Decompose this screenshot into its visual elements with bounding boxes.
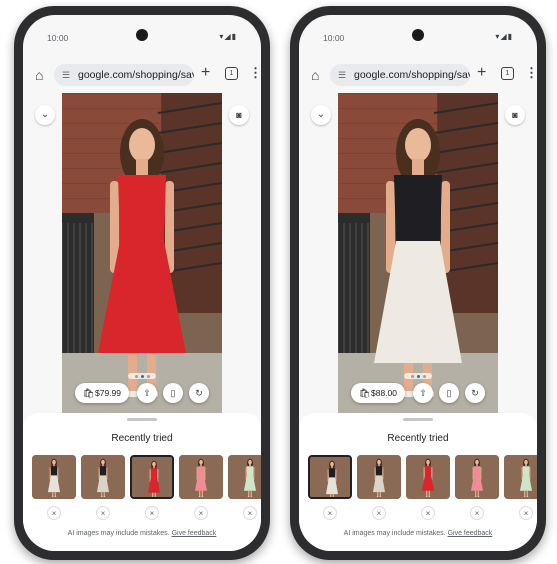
carousel-indicator [404, 373, 432, 379]
address-bar[interactable]: ☰ google.com/shopping/save [54, 64, 194, 86]
disclaimer-text: AI images may include mistakes. [67, 530, 170, 537]
url-text: google.com/shopping/save [78, 69, 194, 81]
try-on-image [62, 93, 222, 413]
recently-tried-list [308, 455, 537, 499]
ai-disclaimer: AI images may include mistakes. Give fee… [299, 530, 537, 537]
screen: 10:00 ▾◢▮ ⌂ ☰ google.com/shopping/save +… [23, 15, 261, 551]
share-button[interactable]: ⇧ [413, 383, 433, 403]
recently-tried-thumbnail[interactable] [32, 455, 76, 499]
close-icon[interactable]: × [243, 506, 257, 520]
close-icon[interactable]: × [372, 506, 386, 520]
phone-right: 10:00 ▾◢▮ ⌂ ☰ google.com/shopping/save +… [290, 6, 546, 560]
shopping-bag-icon: 🛍 [359, 388, 371, 398]
recently-tried-thumbnail[interactable] [504, 455, 537, 499]
close-icon[interactable]: × [194, 506, 208, 520]
recently-tried-thumbnail[interactable] [81, 455, 125, 499]
share-button[interactable]: ⇧ [137, 383, 157, 403]
screen: 10:00 ▾◢▮ ⌂ ☰ google.com/shopping/save +… [299, 15, 537, 551]
refresh-icon: ↻ [471, 388, 479, 398]
recently-tried-list [32, 455, 261, 499]
status-time: 10:00 [47, 33, 69, 43]
refresh-button[interactable]: ↻ [465, 383, 485, 403]
status-bar: 10:00 ▾◢▮ [23, 15, 261, 49]
status-icons: ▾◢▮ [219, 32, 237, 41]
chevron-down-icon[interactable]: ⌄ [311, 105, 331, 125]
close-icon[interactable]: × [421, 506, 435, 520]
chevron-down-icon[interactable]: ⌄ [35, 105, 55, 125]
close-icon[interactable]: × [470, 506, 484, 520]
url-text: google.com/shopping/save [354, 69, 470, 81]
recently-tried-thumbnail[interactable] [455, 455, 499, 499]
refresh-button[interactable]: ↻ [189, 383, 209, 403]
bookmark-button[interactable]: ▯ [163, 383, 183, 403]
tune-icon[interactable]: ☰ [338, 64, 346, 86]
bookmark-icon: ▯ [446, 388, 452, 398]
status-icons: ▾◢▮ [495, 32, 513, 41]
disclaimer-text: AI images may include mistakes. [343, 530, 446, 537]
close-icon[interactable]: × [145, 506, 159, 520]
more-vert-icon[interactable]: ⋮ [249, 65, 261, 81]
more-vert-icon[interactable]: ⋮ [525, 65, 537, 81]
close-icon[interactable]: × [47, 506, 61, 520]
status-bar: 10:00 ▾◢▮ [299, 15, 537, 49]
price-text: $88.00 [371, 388, 397, 398]
give-feedback-link[interactable]: Give feedback [172, 530, 217, 537]
price-button[interactable]: 🛍 $88.00 [351, 383, 405, 403]
bookmark-button[interactable]: ▯ [439, 383, 459, 403]
new-tab-button[interactable]: + [477, 64, 486, 82]
front-camera [136, 29, 148, 41]
try-on-image [338, 93, 498, 413]
tab-switcher-icon[interactable]: 1 [501, 67, 514, 80]
sheet-handle[interactable] [403, 418, 433, 421]
home-icon[interactable]: ⌂ [35, 67, 43, 83]
price-text: $79.99 [95, 388, 121, 398]
sheet-handle[interactable] [127, 418, 157, 421]
close-icon[interactable]: × [519, 506, 533, 520]
address-bar[interactable]: ☰ google.com/shopping/save [330, 64, 470, 86]
recently-tried-thumbnail[interactable] [406, 455, 450, 499]
recently-tried-thumbnail[interactable] [228, 455, 261, 499]
share-icon: ⇧ [143, 388, 151, 398]
new-tab-button[interactable]: + [201, 64, 210, 82]
status-time: 10:00 [323, 33, 345, 43]
share-icon: ⇧ [419, 388, 427, 398]
phone-left: 10:00 ▾◢▮ ⌂ ☰ google.com/shopping/save +… [14, 6, 270, 560]
bottom-sheet: Recently tried AI images may include mis… [299, 413, 537, 551]
shopping-bag-icon: 🛍 [83, 388, 95, 398]
tab-switcher-icon[interactable]: 1 [225, 67, 238, 80]
camera-icon[interactable]: ◙ [229, 105, 249, 125]
recently-tried-thumbnail[interactable] [357, 455, 401, 499]
browser-toolbar: ⌂ ☰ google.com/shopping/save + 1 ⋮ [299, 63, 537, 87]
give-feedback-link[interactable]: Give feedback [448, 530, 493, 537]
recently-tried-thumbnail[interactable] [179, 455, 223, 499]
camera-icon[interactable]: ◙ [505, 105, 525, 125]
close-icon[interactable]: × [96, 506, 110, 520]
recently-tried-thumbnail[interactable] [308, 455, 352, 499]
browser-toolbar: ⌂ ☰ google.com/shopping/save + 1 ⋮ [23, 63, 261, 87]
price-button[interactable]: 🛍 $79.99 [75, 383, 129, 403]
bookmark-icon: ▯ [170, 388, 176, 398]
carousel-indicator [128, 373, 156, 379]
close-icon[interactable]: × [323, 506, 337, 520]
ai-disclaimer: AI images may include mistakes. Give fee… [23, 530, 261, 537]
recently-tried-thumbnail[interactable] [130, 455, 174, 499]
sheet-title: Recently tried [387, 433, 449, 444]
front-camera [412, 29, 424, 41]
refresh-icon: ↻ [195, 388, 203, 398]
bottom-sheet: Recently tried AI images may include mis… [23, 413, 261, 551]
tune-icon[interactable]: ☰ [62, 64, 70, 86]
sheet-title: Recently tried [111, 433, 173, 444]
home-icon[interactable]: ⌂ [311, 67, 319, 83]
